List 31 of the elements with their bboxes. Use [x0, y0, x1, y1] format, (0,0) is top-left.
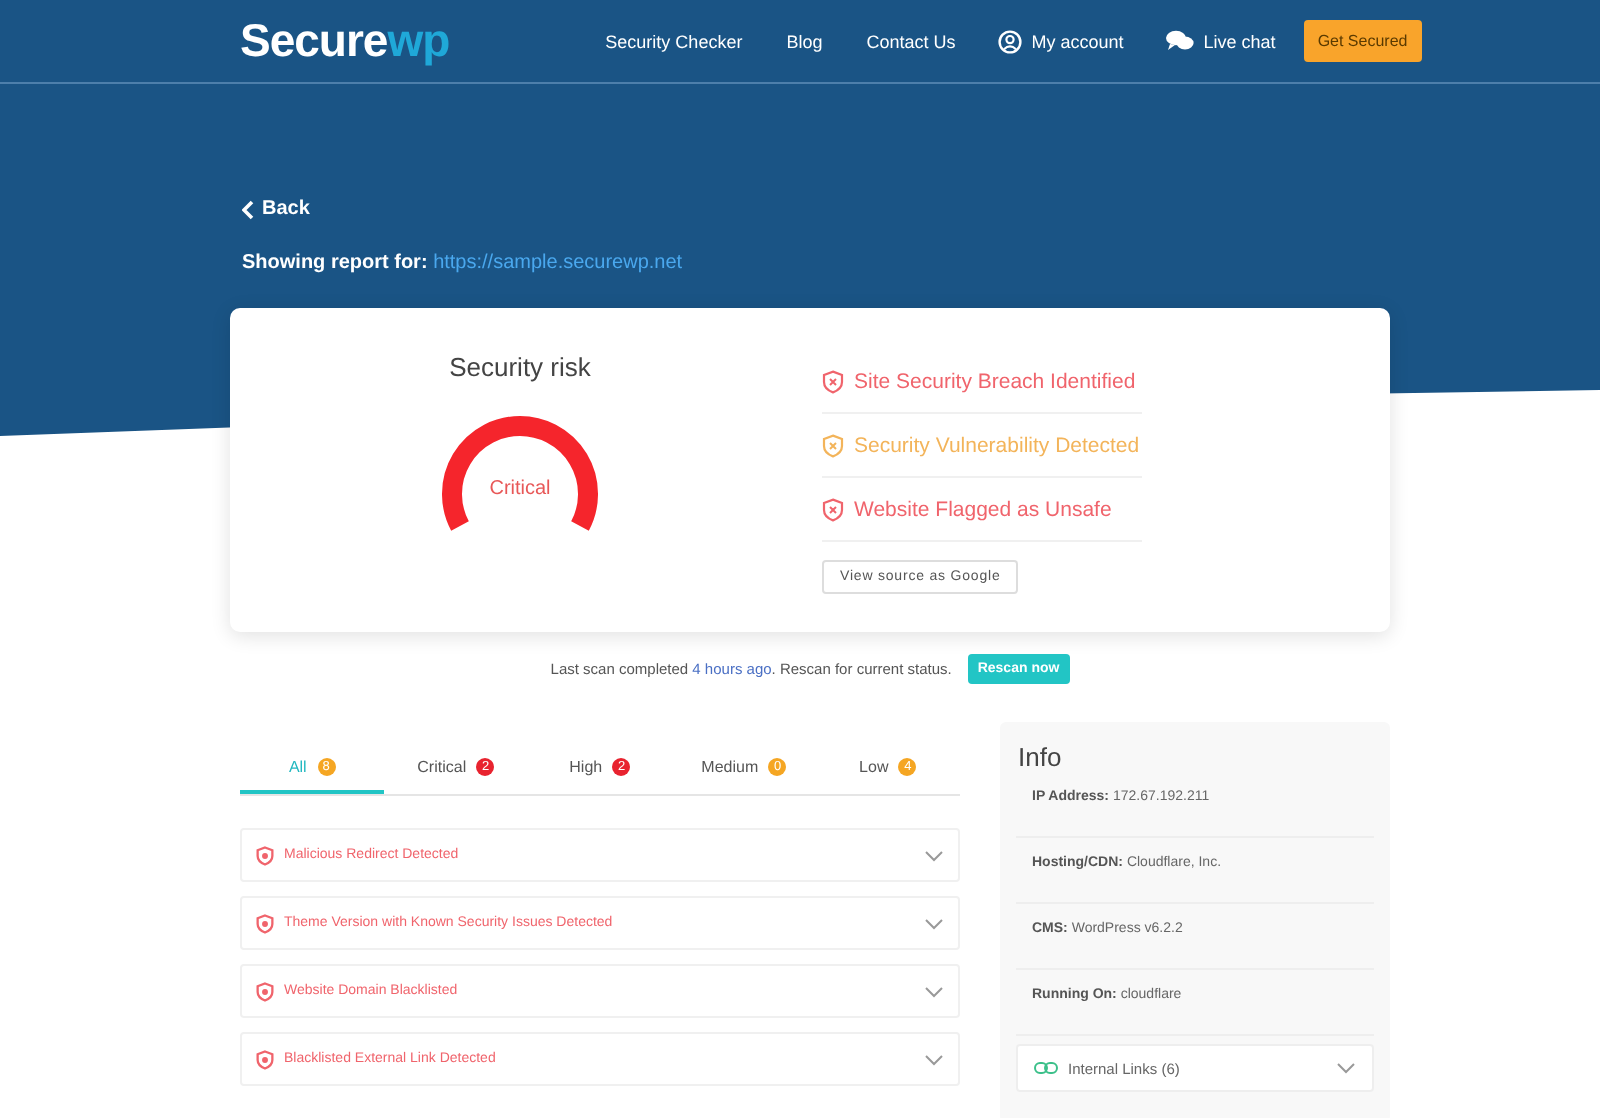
link-icon — [1034, 1062, 1058, 1074]
issue-item: Site Security Breach Identified — [822, 350, 1142, 414]
chevron-down-icon — [924, 849, 944, 862]
nav-link[interactable]: Contact Us — [866, 31, 956, 51]
issue-item: Security Vulnerability Detected — [822, 414, 1142, 478]
chat-icon — [1165, 30, 1194, 52]
user-icon — [997, 29, 1022, 53]
info-title: Info — [1018, 742, 1064, 772]
chat-link[interactable]: Live chat — [1165, 30, 1276, 52]
shield-icon — [822, 433, 844, 457]
risk-level: Critical — [487, 478, 553, 500]
chevron-left-icon — [242, 199, 254, 219]
nav-link[interactable]: Security Checker — [605, 31, 743, 51]
shield-icon — [256, 845, 274, 866]
shield-icon — [822, 497, 844, 521]
chevron-down-icon — [924, 985, 944, 998]
back-link[interactable]: Back — [242, 198, 310, 220]
report-label: Showing report for: — [242, 252, 428, 274]
account-link[interactable]: My account — [997, 29, 1124, 53]
shield-icon — [256, 1049, 274, 1070]
issue-item: Website Flagged as Unsafe — [822, 478, 1142, 542]
get-secured-button[interactable]: Get Secured — [1303, 20, 1422, 62]
risk-title: Security risk — [449, 352, 591, 382]
shield-icon — [256, 981, 274, 1002]
chevron-down-icon — [1336, 1062, 1356, 1074]
nav-link[interactable]: Blog — [786, 31, 823, 51]
logo[interactable]: Securewp — [240, 14, 450, 68]
shield-icon — [822, 369, 844, 393]
chevron-down-icon — [924, 917, 944, 930]
chevron-down-icon — [924, 1053, 944, 1066]
shield-icon — [256, 913, 274, 934]
